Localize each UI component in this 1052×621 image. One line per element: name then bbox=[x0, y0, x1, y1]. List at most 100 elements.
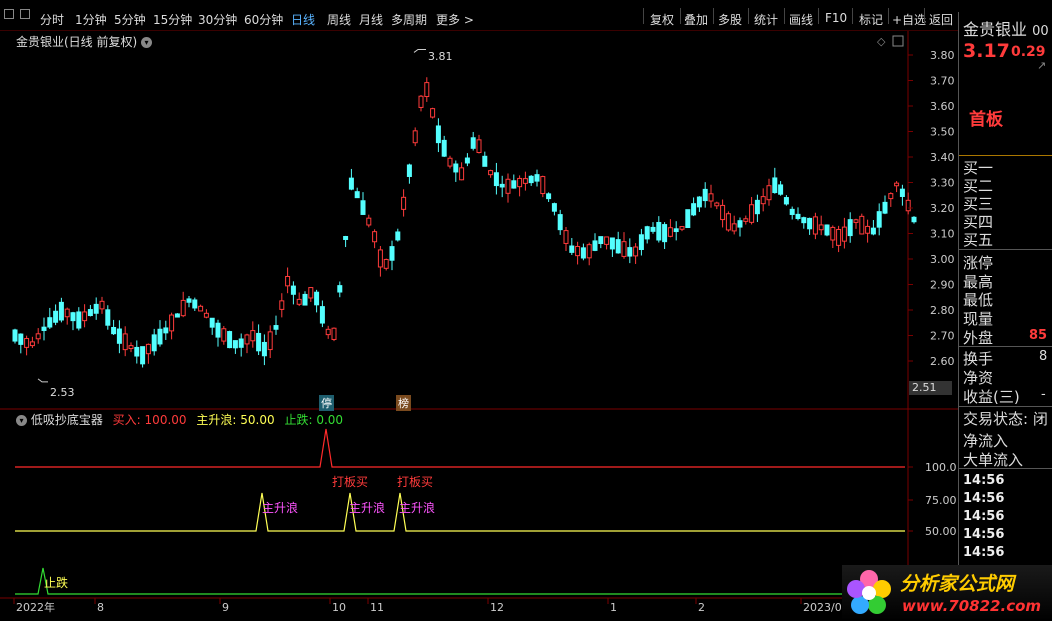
price-tick-label: 3.60 bbox=[930, 100, 955, 113]
candle-body bbox=[441, 139, 447, 157]
first-board-tag: 首板 bbox=[969, 110, 1003, 130]
indicator-lines bbox=[15, 428, 905, 595]
candle-body bbox=[308, 287, 314, 299]
candle-body bbox=[174, 313, 180, 318]
adjust-button[interactable]: 复权 bbox=[650, 11, 674, 28]
candle-body bbox=[482, 155, 488, 167]
stat-low: 最低 bbox=[963, 291, 994, 309]
window-square-icon[interactable] bbox=[20, 9, 30, 19]
period-tab-weekly[interactable]: 周线 bbox=[327, 11, 351, 28]
period-tab-5min[interactable]: 5分钟 bbox=[114, 11, 146, 28]
wave-label: 主升浪: bbox=[196, 413, 237, 427]
high-pointer bbox=[413, 48, 426, 53]
price-axis: 3.80 3.70 3.60 3.50 3.40 3.30 3.20 3.10 3.00 2.90… bbox=[908, 49, 955, 368]
candle-body bbox=[609, 237, 615, 250]
candle-body bbox=[667, 227, 673, 237]
candle-body bbox=[580, 247, 586, 259]
candle-body bbox=[517, 177, 523, 188]
period-tab-multi[interactable]: 多周期 bbox=[391, 11, 427, 28]
candle-body bbox=[795, 213, 801, 220]
candle-body bbox=[766, 185, 772, 201]
wave-signal-label: 主升浪 bbox=[399, 501, 436, 515]
candle-body bbox=[221, 328, 227, 342]
candle-body bbox=[232, 340, 238, 349]
quote-panel: 金贵银业 00 3.17 0.29 ↗ 首板 买一 买二 买三 买四 买五 涨停… bbox=[958, 12, 1052, 621]
candle-body bbox=[70, 312, 76, 322]
back-button[interactable]: 返回 bbox=[929, 11, 953, 28]
candle-body bbox=[238, 338, 244, 348]
period-tab-15min[interactable]: 15分钟 bbox=[153, 11, 192, 28]
link-icon[interactable]: ↗ bbox=[1037, 59, 1046, 72]
candle-body bbox=[35, 333, 41, 340]
chevron-down-icon[interactable]: ▾ bbox=[141, 37, 153, 48]
candle-body bbox=[377, 249, 383, 268]
time-tick-label: 9 bbox=[222, 601, 229, 614]
candle-body bbox=[812, 216, 818, 235]
flower-logo-icon bbox=[847, 570, 891, 614]
net-inflow: 净流入 bbox=[963, 432, 1009, 450]
period-tab-30min[interactable]: 30分钟 bbox=[198, 11, 237, 28]
multi-stock-button[interactable]: 多股 bbox=[718, 11, 742, 28]
candle-body bbox=[157, 328, 163, 345]
turnover-value: 8 bbox=[1039, 349, 1048, 364]
candle-body bbox=[244, 334, 250, 345]
limit-event-tag[interactable]: 停 bbox=[319, 395, 334, 411]
candle-body bbox=[743, 218, 749, 222]
candle-body bbox=[453, 163, 459, 173]
candle-body bbox=[824, 224, 830, 236]
overlay-button[interactable]: 叠加 bbox=[684, 11, 708, 28]
candle-body bbox=[64, 308, 70, 318]
board-event-tag[interactable]: 榜 bbox=[396, 395, 411, 411]
stats-button[interactable]: 统计 bbox=[754, 11, 778, 28]
site-logo: 分析家公式网 www.70822.com bbox=[842, 565, 1052, 621]
big-order-inflow: 大单流入 bbox=[963, 451, 1024, 469]
candle-body bbox=[592, 240, 598, 251]
candle-body bbox=[169, 314, 175, 332]
candle-body bbox=[12, 329, 18, 342]
period-tab-1min[interactable]: 1分钟 bbox=[75, 11, 107, 28]
candle-body bbox=[163, 327, 169, 334]
candle-body bbox=[383, 258, 389, 269]
f10-button[interactable]: F10 bbox=[825, 11, 847, 25]
indicator-axis: 100.0 75.00 50.00 bbox=[908, 461, 957, 538]
period-tab-more[interactable]: 更多 > bbox=[436, 11, 474, 28]
candle-body bbox=[435, 125, 441, 144]
window-square-icon[interactable] bbox=[4, 9, 14, 19]
chevron-down-icon[interactable]: ▾ bbox=[16, 415, 27, 426]
low-price-label: 2.53 bbox=[50, 386, 75, 399]
time-tick-label: 1 bbox=[610, 601, 617, 614]
mark-button[interactable]: 标记 bbox=[859, 11, 883, 28]
candle-body bbox=[337, 285, 343, 293]
candle-body bbox=[198, 305, 204, 312]
chart-title-text: 金贵银业(日线 前复权) bbox=[16, 35, 138, 49]
candle-body bbox=[227, 331, 233, 349]
candle-body bbox=[192, 299, 198, 309]
period-tab-monthly[interactable]: 月线 bbox=[359, 11, 383, 28]
wave-signal-label: 主升浪 bbox=[262, 501, 299, 515]
time-tick-label: 12 bbox=[490, 601, 504, 614]
draw-line-button[interactable]: 画线 bbox=[789, 11, 813, 28]
candle-body bbox=[464, 157, 470, 164]
candle-body bbox=[801, 217, 807, 224]
maximize-icon bbox=[892, 35, 904, 47]
candle-body bbox=[841, 226, 847, 242]
add-watchlist-button[interactable]: +自选 bbox=[892, 11, 926, 28]
kline-chart[interactable]: 3.80 3.70 3.60 3.50 3.40 3.30 3.20 3.10 3.00 2.90… bbox=[0, 31, 958, 621]
tick-time: 14:56 bbox=[963, 473, 1005, 488]
stat-earnings: 收益(三) bbox=[963, 388, 1020, 406]
candle-body bbox=[267, 331, 273, 351]
period-tab-60min[interactable]: 60分钟 bbox=[244, 11, 283, 28]
candle-body bbox=[633, 246, 639, 257]
candle-body bbox=[53, 310, 59, 323]
low-pointer bbox=[37, 378, 48, 383]
buy-value: 100.00 bbox=[144, 413, 187, 427]
candle-body bbox=[859, 215, 865, 235]
indicator-tick-label: 75.00 bbox=[925, 494, 957, 507]
stop-label: 止跌: bbox=[284, 413, 313, 427]
price-tick-label: 2.60 bbox=[930, 355, 955, 368]
period-tab-timeshare[interactable]: 分时 bbox=[40, 11, 64, 28]
period-tab-daily[interactable]: 日线 bbox=[291, 11, 315, 28]
price-tick-label: 3.20 bbox=[930, 202, 955, 215]
candle-body bbox=[696, 196, 702, 208]
candle-body bbox=[366, 217, 372, 226]
